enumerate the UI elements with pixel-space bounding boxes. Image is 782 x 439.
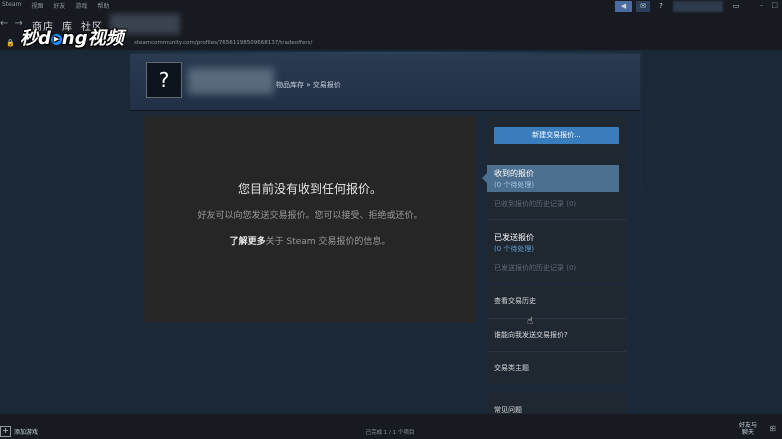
- learn-more-link[interactable]: 了解更多: [230, 237, 266, 247]
- watermark-logo: 秒d ▶ ng视频: [20, 28, 124, 49]
- add-game-button[interactable]: + 添加游戏: [0, 426, 38, 437]
- divider: [487, 318, 626, 319]
- right-gutter: [642, 52, 782, 414]
- download-status[interactable]: 已完成 1 / 1 个项目: [330, 428, 450, 436]
- url-text[interactable]: steamcommunity.com/profiles/765611985096…: [134, 40, 312, 46]
- menu-view[interactable]: 视图: [31, 1, 43, 10]
- window-controls: – □: [760, 1, 778, 9]
- announcement-icon[interactable]: ◀: [615, 1, 632, 12]
- empty-title: 您目前没有收到任何报价。: [237, 182, 382, 196]
- add-game-label: 添加游戏: [14, 429, 39, 436]
- who-can-send-link[interactable]: 谁能向我发送交易报价?: [494, 330, 568, 340]
- learn-more-text: 了解更多关于 Steam 交易报价的信息。: [229, 237, 391, 247]
- empty-subtitle: 好友可以向您发送交易报价。您可以接受、拒绝或还价。: [197, 211, 423, 221]
- friends-icon[interactable]: ⊞: [769, 424, 776, 433]
- help-button[interactable]: ?: [655, 1, 667, 12]
- trade-topics-link[interactable]: 交易类主题: [494, 363, 529, 373]
- back-icon[interactable]: ←: [0, 18, 8, 29]
- divider: [487, 219, 626, 220]
- new-trade-offer-button[interactable]: 新建交易报价...: [494, 127, 619, 144]
- maximize-icon[interactable]: □: [771, 1, 778, 9]
- received-offers-title[interactable]: 收到的报价: [494, 168, 534, 179]
- divider: [487, 351, 626, 352]
- lock-icon: 🔒: [6, 39, 15, 47]
- left-gutter: [0, 52, 130, 414]
- mouse-cursor-icon: ☝: [527, 316, 534, 327]
- plus-icon: +: [0, 426, 11, 437]
- menu-items: Steam 视图 好友 游戏 帮助: [0, 1, 109, 10]
- breadcrumb-inventory[interactable]: 物品库存: [276, 81, 304, 89]
- menu-steam[interactable]: Steam: [0, 1, 21, 10]
- profile-name-blurred[interactable]: [188, 68, 274, 94]
- sent-offers-title[interactable]: 已发送报价: [494, 232, 534, 243]
- menu-games[interactable]: 游戏: [75, 1, 87, 10]
- menu-bar: Steam 视图 好友 游戏 帮助 ◀ ✉ ? ▭ – □: [0, 0, 782, 14]
- friends-chat-button[interactable]: 好友与 聊天: [736, 422, 760, 436]
- breadcrumb: 物品库存 » 交易报价: [276, 80, 341, 90]
- avatar[interactable]: ?: [146, 62, 182, 98]
- breadcrumb-current: 交易报价: [312, 81, 341, 89]
- minimize-icon[interactable]: –: [760, 1, 764, 9]
- sent-history-link[interactable]: 已发送报价的历史记录 (0): [494, 263, 576, 273]
- menu-friends[interactable]: 好友: [53, 1, 65, 10]
- account-menu[interactable]: [673, 1, 723, 12]
- sent-pending: (0 个待处理): [494, 245, 535, 253]
- received-history-link[interactable]: 已收到报价的历史记录 (0): [494, 199, 576, 209]
- view-trade-history-link[interactable]: 查看交易历史: [494, 296, 536, 306]
- play-icon: ▶: [50, 33, 62, 45]
- breadcrumb-separator: »: [306, 81, 311, 89]
- notification-icon[interactable]: ✉: [636, 1, 650, 12]
- menu-help[interactable]: 帮助: [97, 1, 109, 10]
- monitor-icon[interactable]: ▭: [730, 1, 742, 12]
- received-pending: (0 个待处理): [494, 181, 535, 189]
